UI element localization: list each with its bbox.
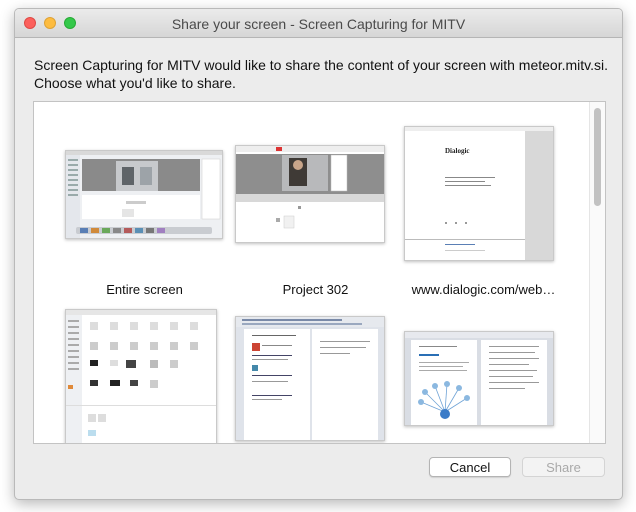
dialogic-web-thumbnail: Dialogic bbox=[404, 126, 554, 261]
project-302-thumbnail bbox=[235, 145, 385, 243]
title-bar[interactable]: Share your screen - Screen Capturing for… bbox=[15, 9, 622, 38]
scrollbar-thumb[interactable] bbox=[594, 108, 601, 206]
source-tile-dialogic-web[interactable]: Dialogic www.dialogic.com/web… bbox=[396, 122, 571, 307]
source-tile-entire-screen[interactable]: Entire screen bbox=[57, 122, 232, 307]
permission-message-line-1: Screen Capturing for MITV would like to … bbox=[34, 57, 608, 73]
window-4-thumbnail bbox=[65, 309, 217, 443]
source-tile-project-302[interactable]: Project 302 bbox=[228, 122, 403, 307]
source-picker-panel[interactable]: Entire screen Project 302 Dialogic www.d… bbox=[33, 101, 606, 444]
source-tile-window-6[interactable] bbox=[396, 287, 571, 443]
entire-screen-thumbnail bbox=[65, 150, 223, 239]
source-panel-scrollbar[interactable] bbox=[589, 102, 605, 443]
source-tile-window-4[interactable] bbox=[57, 287, 232, 443]
share-screen-dialog: Share your screen - Screen Capturing for… bbox=[14, 8, 623, 500]
window-title: Share your screen - Screen Capturing for… bbox=[171, 16, 466, 32]
cancel-button[interactable]: Cancel bbox=[429, 457, 511, 477]
window-5-thumbnail bbox=[235, 316, 385, 441]
window-6-thumbnail bbox=[404, 331, 554, 426]
dialogic-page-heading: Dialogic bbox=[445, 147, 470, 155]
permission-message-line-2: Choose what you'd like to share. bbox=[34, 75, 236, 91]
permission-message: Screen Capturing for MITV would like to … bbox=[34, 56, 614, 92]
share-button[interactable]: Share bbox=[522, 457, 605, 477]
source-tile-window-5[interactable] bbox=[228, 287, 403, 443]
